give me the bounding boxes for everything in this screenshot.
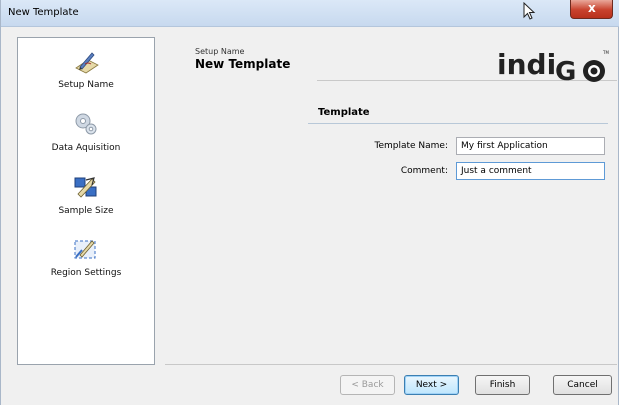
- step-label: Sample Size: [58, 206, 114, 216]
- comment-label: Comment:: [400, 166, 448, 176]
- mouse-cursor-icon: [523, 2, 536, 20]
- template-name-label: Template Name:: [374, 141, 448, 151]
- step-data-aquisition[interactable]: Data Aquisition: [18, 111, 154, 153]
- cancel-button[interactable]: Cancel: [553, 375, 612, 395]
- close-button[interactable]: x: [570, 0, 613, 19]
- footer-divider: [165, 364, 617, 365]
- finish-button[interactable]: Finish: [475, 375, 530, 395]
- wizard-window: New Template x Setup Name Data Aquisitio…: [0, 0, 619, 405]
- step-region-settings[interactable]: Region Settings: [18, 236, 154, 278]
- svg-text:TM: TM: [602, 50, 609, 55]
- step-sample-size[interactable]: Sample Size: [18, 174, 154, 216]
- window-title: New Template: [8, 7, 79, 18]
- title-bar[interactable]: New Template x: [1, 0, 619, 27]
- indigo-logo: indi G TM: [497, 48, 609, 87]
- comment-input[interactable]: Just a comment: [456, 162, 605, 180]
- close-icon: x: [588, 1, 596, 15]
- svg-text:G: G: [555, 57, 576, 87]
- region-pen-icon: [74, 240, 96, 259]
- next-button[interactable]: Next >: [404, 375, 459, 395]
- step-label: Region Settings: [50, 268, 122, 278]
- svg-text:indi: indi: [497, 48, 556, 81]
- template-name-input[interactable]: My first Application: [456, 137, 605, 155]
- wizard-steps-sidebar: Setup Name Data Aquisition Sample Size R…: [17, 37, 155, 365]
- back-button[interactable]: < Back: [340, 375, 395, 395]
- section-divider: [308, 123, 608, 124]
- pen-paper-icon: [75, 52, 99, 74]
- step-setup-name[interactable]: Setup Name: [18, 48, 154, 90]
- page-title: New Template: [195, 57, 291, 71]
- blocks-arrow-icon: [74, 177, 97, 198]
- step-label: Setup Name: [58, 80, 114, 90]
- section-title: Template: [318, 107, 370, 118]
- step-label: Data Aquisition: [51, 143, 121, 153]
- page-subtitle: Setup Name: [195, 47, 245, 56]
- gears-icon: [75, 113, 97, 135]
